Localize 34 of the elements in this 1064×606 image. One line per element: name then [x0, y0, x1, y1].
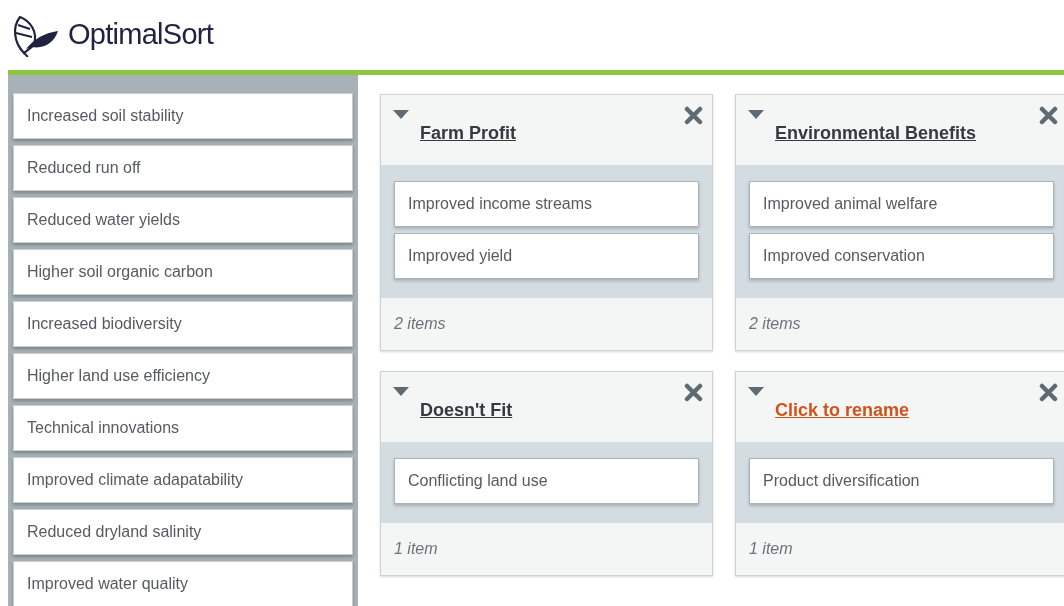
item-count: 1 item [749, 539, 793, 559]
card[interactable]: Conflicting land use [394, 458, 699, 504]
card[interactable]: Improved climate adapatability [13, 457, 353, 503]
caret-icon[interactable] [748, 387, 764, 396]
card[interactable]: Improved conservation [749, 233, 1054, 279]
category-title[interactable]: Farm Profit [420, 120, 516, 147]
caret-icon[interactable] [393, 387, 409, 396]
leaf-logo-icon [12, 13, 60, 57]
card[interactable]: Technical innovations [13, 405, 353, 451]
card[interactable]: Improved income streams [394, 181, 699, 227]
item-count: 1 item [394, 539, 438, 559]
close-icon[interactable] [684, 106, 703, 125]
item-count: 2 items [749, 314, 801, 334]
card[interactable]: Improved animal welfare [749, 181, 1054, 227]
card[interactable]: Reduced run off [13, 145, 353, 191]
category-title[interactable]: Click to rename [775, 397, 910, 424]
card[interactable]: Higher land use efficiency [13, 353, 353, 399]
card[interactable]: Increased soil stability [13, 93, 353, 139]
close-icon[interactable] [1039, 383, 1058, 402]
card[interactable]: Higher soil organic carbon [13, 249, 353, 295]
card[interactable]: Reduced dryland salinity [13, 509, 353, 555]
caret-icon[interactable] [393, 110, 409, 119]
close-icon[interactable] [1039, 106, 1058, 125]
close-icon[interactable] [684, 383, 703, 402]
card[interactable]: Improved water quality [13, 561, 353, 606]
category-title[interactable]: Doesn't Fit [420, 397, 513, 424]
card[interactable]: Improved yield [394, 233, 699, 279]
brand-name: OptimalSort [68, 17, 214, 53]
card[interactable]: Increased biodiversity [13, 301, 353, 347]
card[interactable]: Product diversification [749, 458, 1054, 504]
item-count: 2 items [394, 314, 446, 334]
card[interactable]: Reduced water yields [13, 197, 353, 243]
category-title[interactable]: Environmental Benefits [775, 120, 977, 147]
caret-icon[interactable] [748, 110, 764, 119]
